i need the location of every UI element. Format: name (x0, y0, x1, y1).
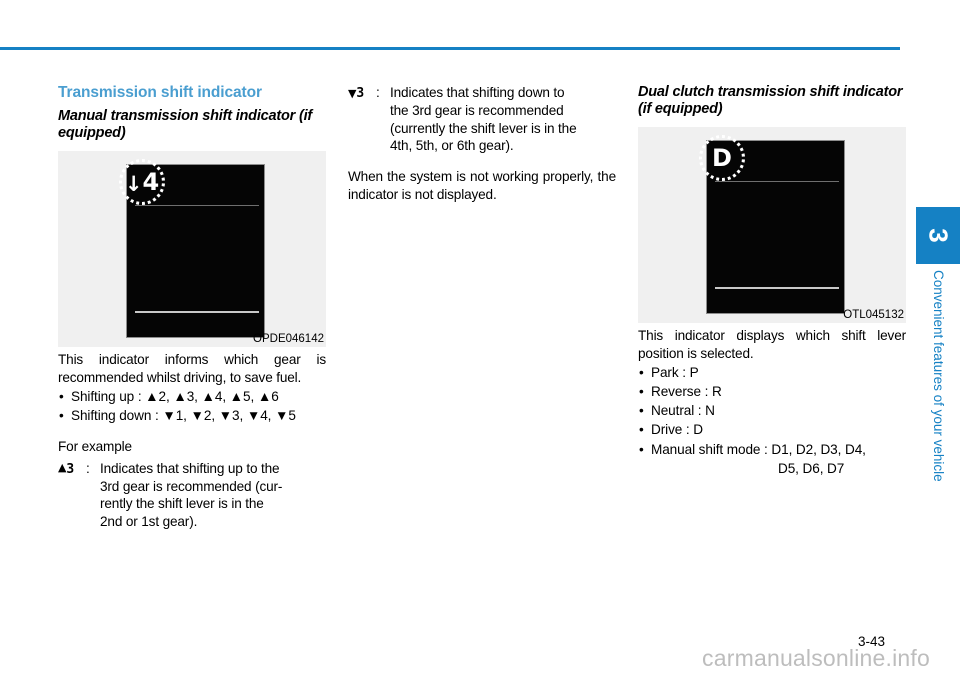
example-gear-number: 3 (66, 461, 74, 477)
arrow-glyph: ↓ (124, 171, 143, 196)
example-line: Indicates that shifting up to the (100, 460, 280, 476)
example-colon: : (376, 85, 380, 100)
figure-dct-shift-indicator: D OTL045132 (638, 126, 906, 323)
system-fault-note: When the system is not working properly,… (348, 169, 616, 202)
list-item: Shifting up : ▲2, ▲3, ▲4, ▲5, ▲6 (58, 387, 326, 407)
example-shift-down: ▼3 : Indicates that shifting down to the… (348, 84, 616, 155)
cluster-display-panel: ↓4 (119, 158, 265, 338)
header-rule (0, 47, 900, 50)
list-item: Reverse : R (638, 382, 906, 402)
figure-caption: OTL045132 (843, 308, 904, 321)
example-line: (currently the shift lever is in the (390, 120, 577, 136)
display-divider-bottom (135, 310, 259, 313)
display-divider-top (135, 204, 259, 206)
example-line: rently the shift lever is in the (100, 496, 264, 512)
shift-indicator-badge: ↓4 (119, 158, 165, 205)
display-divider-bottom (715, 286, 839, 289)
dct-intro-text: This indicator displays which shift leve… (638, 327, 906, 361)
chapter-number: 3 (923, 228, 954, 243)
subsection-title-dct: Dual clutch transmission shift indicator… (638, 84, 903, 117)
list-item: Drive : D (638, 420, 906, 440)
example-colon: : (86, 460, 90, 476)
column-three: Dual clutch transmission shift indicator… (638, 84, 906, 478)
example-marker-up: ▲3 (58, 460, 98, 478)
example-heading: For example (58, 439, 132, 455)
figure-caption: OPDE046142 (253, 332, 324, 345)
example-line: 2nd or 1st gear). (100, 514, 198, 530)
page-title: Transmission shift indicator (58, 84, 262, 101)
chapter-title-vertical: Convenient features of your vehicle (916, 270, 960, 590)
list-item: Shifting down : ▼1, ▼2, ▼3, ▼4, ▼5 (58, 406, 326, 426)
shift-down-arrow-icon: ↓4 (119, 159, 165, 205)
shift-position-list: Park : P Reverse : R Neutral : N Drive :… (638, 363, 906, 479)
cluster-display-panel: D (699, 134, 845, 314)
figure-manual-shift-indicator: ↓4 OPDE046142 (58, 150, 326, 347)
shift-position-badge: D (699, 134, 745, 181)
drive-position-letter: D (712, 143, 732, 172)
gear-number: 4 (142, 167, 160, 196)
example-line: Indicates that shifting down to (390, 85, 565, 100)
example-line: 3rd gear is recommended (cur- (100, 478, 283, 494)
column-one: Transmission shift indicator Manual tran… (58, 84, 326, 531)
example-line: 4th, 5th, or 6th gear). (390, 138, 514, 154)
example-line: the 3rd gear is recommended (390, 102, 564, 118)
list-item: Neutral : N (638, 401, 906, 421)
subsection-title-manual: Manual transmission shift indicator (if … (58, 108, 313, 141)
list-item: Park : P (638, 363, 906, 383)
example-shift-up: ▲3 : Indicates that shifting up to the 3… (58, 460, 326, 531)
chapter-title-text: Convenient features of your vehicle (931, 270, 946, 482)
chapter-tab: 3 (916, 207, 960, 264)
watermark: carmanualsonline.info (702, 645, 930, 671)
example-marker-down: ▼3 (348, 84, 388, 102)
example-gear-number: 3 (356, 86, 364, 101)
list-item: Manual shift mode : D1, D2, D3, D4, (638, 440, 906, 460)
list-item-continuation: D5, D6, D7 (778, 460, 845, 476)
display-divider-top (715, 180, 839, 182)
column-two: ▼3 : Indicates that shifting down to the… (348, 84, 616, 204)
shift-direction-list: Shifting up : ▲2, ▲3, ▲4, ▲5, ▲6 Shiftin… (58, 387, 326, 426)
manual-intro-text: This indicator informs which gear is rec… (58, 351, 326, 385)
